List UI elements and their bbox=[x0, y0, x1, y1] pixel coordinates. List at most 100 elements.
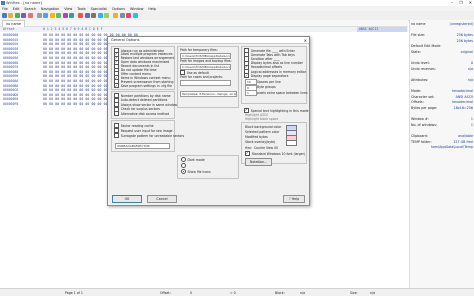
info-key: Default Edit Mode bbox=[411, 44, 441, 49]
option-radio[interactable] bbox=[181, 163, 188, 168]
toolbar-button-icon[interactable] bbox=[27, 13, 33, 18]
status-size-label: Size: bbox=[350, 290, 358, 295]
toolbar-button-icon[interactable] bbox=[69, 13, 74, 18]
info-line: Offsets: hexadecimal bbox=[411, 100, 474, 104]
info-line: TEMP folder: 157 GB free bbox=[411, 140, 474, 144]
toolbar-button-icon[interactable] bbox=[78, 13, 83, 18]
option-checkbox[interactable]: Save program settings in .cfg file bbox=[114, 82, 172, 89]
option-radio[interactable]: Dark mode bbox=[181, 157, 205, 162]
option-checkbox[interactable]: Surrogate pattern for unreadable sectors bbox=[114, 133, 185, 139]
window-title: WinHex - [no name] bbox=[6, 1, 42, 5]
toolbar-button-icon[interactable] bbox=[119, 13, 125, 18]
highlight-block-label: Highlight block space bbox=[245, 117, 279, 121]
templates-path-input[interactable]: Templates; X-Tensions; dialogs; scripts bbox=[180, 91, 237, 98]
toolbar-button-icon[interactable] bbox=[36, 13, 42, 18]
tab-bar: no name bbox=[0, 19, 408, 27]
toolbar-button-icon[interactable] bbox=[91, 13, 96, 18]
info-key: Offsets: bbox=[411, 100, 424, 105]
menu-navigation[interactable]: Navigation bbox=[41, 7, 59, 11]
status-offset-label: Offset: bbox=[160, 290, 171, 295]
menu-file[interactable]: File bbox=[2, 7, 8, 11]
hex-font-sample: Courier New 00 bbox=[254, 146, 278, 150]
info-line: Mode: hexadecimal bbox=[411, 89, 474, 93]
toolbar-button-icon[interactable] bbox=[1, 13, 7, 18]
checkbox-box[interactable] bbox=[244, 73, 250, 79]
info-value: hexadecimal bbox=[451, 89, 473, 94]
toolbar-button-icon[interactable] bbox=[14, 13, 20, 18]
option-label: Display page separators bbox=[250, 73, 289, 78]
toolbar-button-icon[interactable] bbox=[126, 13, 131, 18]
maximize-button[interactable]: ❐ bbox=[459, 0, 463, 5]
toolbar-button-icon[interactable] bbox=[97, 13, 103, 18]
minimize-button[interactable]: – bbox=[451, 0, 453, 5]
status-equals: = 0 bbox=[230, 290, 236, 295]
radio-box[interactable] bbox=[181, 169, 186, 174]
option-label: Sector reading cache bbox=[120, 123, 154, 128]
toolbar-button-icon[interactable] bbox=[132, 13, 138, 18]
hex-font-label: Hex: bbox=[245, 146, 253, 150]
color-swatch[interactable] bbox=[286, 140, 297, 146]
status-offset-value: 0 bbox=[190, 290, 193, 295]
checkbox-box[interactable] bbox=[114, 111, 120, 117]
info-line: Clipboard: available bbox=[411, 134, 474, 138]
toolbar-button-icon[interactable] bbox=[84, 13, 90, 18]
checkbox-box[interactable] bbox=[114, 133, 120, 139]
info-value: original bbox=[460, 50, 473, 54]
status-block-value: n/a bbox=[300, 290, 306, 295]
toolbar-button-icon[interactable] bbox=[21, 13, 26, 18]
images-path-label: Path for images and backup files: bbox=[180, 59, 232, 63]
menu-window[interactable]: Window bbox=[130, 7, 143, 11]
row-offset: 000000F0 bbox=[3, 102, 19, 106]
menu-help[interactable]: Help bbox=[148, 7, 156, 11]
help-button[interactable]: ? Help bbox=[283, 195, 305, 203]
toolbar-button-icon[interactable] bbox=[56, 13, 61, 18]
info-line: Attributes: n/a bbox=[411, 78, 474, 82]
dialog-close-icon[interactable]: ✕ bbox=[304, 38, 307, 43]
tab-no-name[interactable]: no name bbox=[2, 19, 25, 27]
option-label: Dark mode bbox=[187, 157, 205, 162]
option-checkbox[interactable]: Display page separators bbox=[244, 73, 289, 79]
info-key: Undo reverses: bbox=[411, 66, 436, 71]
use-default-label: Use as default bbox=[186, 70, 209, 75]
surrogate-pattern-input[interactable]: UNREADABLESECTOR bbox=[115, 143, 170, 150]
help-label: Help bbox=[291, 197, 300, 201]
menu-view[interactable]: View bbox=[64, 7, 72, 11]
toolbar-button-icon[interactable] bbox=[43, 13, 48, 18]
info-line: State: original bbox=[411, 50, 474, 54]
ok-button[interactable]: OK bbox=[112, 195, 142, 203]
info-value: 0 bbox=[470, 61, 473, 66]
option-checkbox[interactable]: Special text highlighting in this mode bbox=[244, 107, 308, 114]
standard-font-checkbox[interactable]: Standard Windows 10 font (larger) bbox=[245, 150, 305, 157]
radio-box[interactable] bbox=[181, 157, 186, 162]
spin-input[interactable]: 1 bbox=[245, 90, 257, 97]
ascii-header: ANSI ASCII bbox=[359, 27, 379, 31]
option-radio[interactable]: Show file icons bbox=[181, 169, 211, 174]
standard-font-box[interactable] bbox=[245, 150, 251, 157]
info-line: No. of windows: 1 bbox=[411, 123, 474, 127]
toolbar-button-icon[interactable] bbox=[113, 13, 118, 18]
toolbar-button-icon[interactable] bbox=[8, 13, 13, 18]
cancel-button[interactable]: Cancel bbox=[147, 195, 177, 203]
checkbox-box[interactable] bbox=[244, 107, 250, 114]
toolbar-button-icon[interactable] bbox=[104, 13, 109, 18]
info-value: 1 bbox=[470, 117, 473, 122]
bytes-header: 0 1 2 3 4 5 6 7 8 9 A B C D E F bbox=[43, 27, 103, 31]
toolbar-button-icon[interactable] bbox=[62, 13, 68, 18]
menu-edit[interactable]: Edit bbox=[13, 7, 20, 11]
radio-box[interactable] bbox=[181, 163, 186, 168]
option-label: Surrogate pattern for unreadable sectors bbox=[120, 133, 185, 138]
info-line: Window #: 1 bbox=[411, 117, 474, 121]
menu-options[interactable]: Options bbox=[112, 7, 125, 11]
toolbar-button-icon[interactable] bbox=[49, 13, 55, 18]
checkbox-box[interactable] bbox=[114, 82, 120, 89]
menu-tools[interactable]: Tools bbox=[77, 7, 85, 11]
info-key: Clipboard: bbox=[411, 134, 428, 138]
menu-search[interactable]: Search bbox=[24, 7, 36, 11]
info-panel: no name (unregistered) File size: 256 bytes… bbox=[409, 20, 474, 288]
menu-specialist[interactable]: Specialist bbox=[91, 7, 107, 11]
close-button[interactable]: ✕ bbox=[469, 0, 472, 5]
option-checkbox[interactable]: Alternative disk access method bbox=[114, 111, 169, 117]
cases-path-input[interactable] bbox=[180, 80, 231, 87]
notation-button[interactable]: Notation... bbox=[245, 158, 272, 166]
info-key: TEMP folder: bbox=[411, 139, 432, 144]
